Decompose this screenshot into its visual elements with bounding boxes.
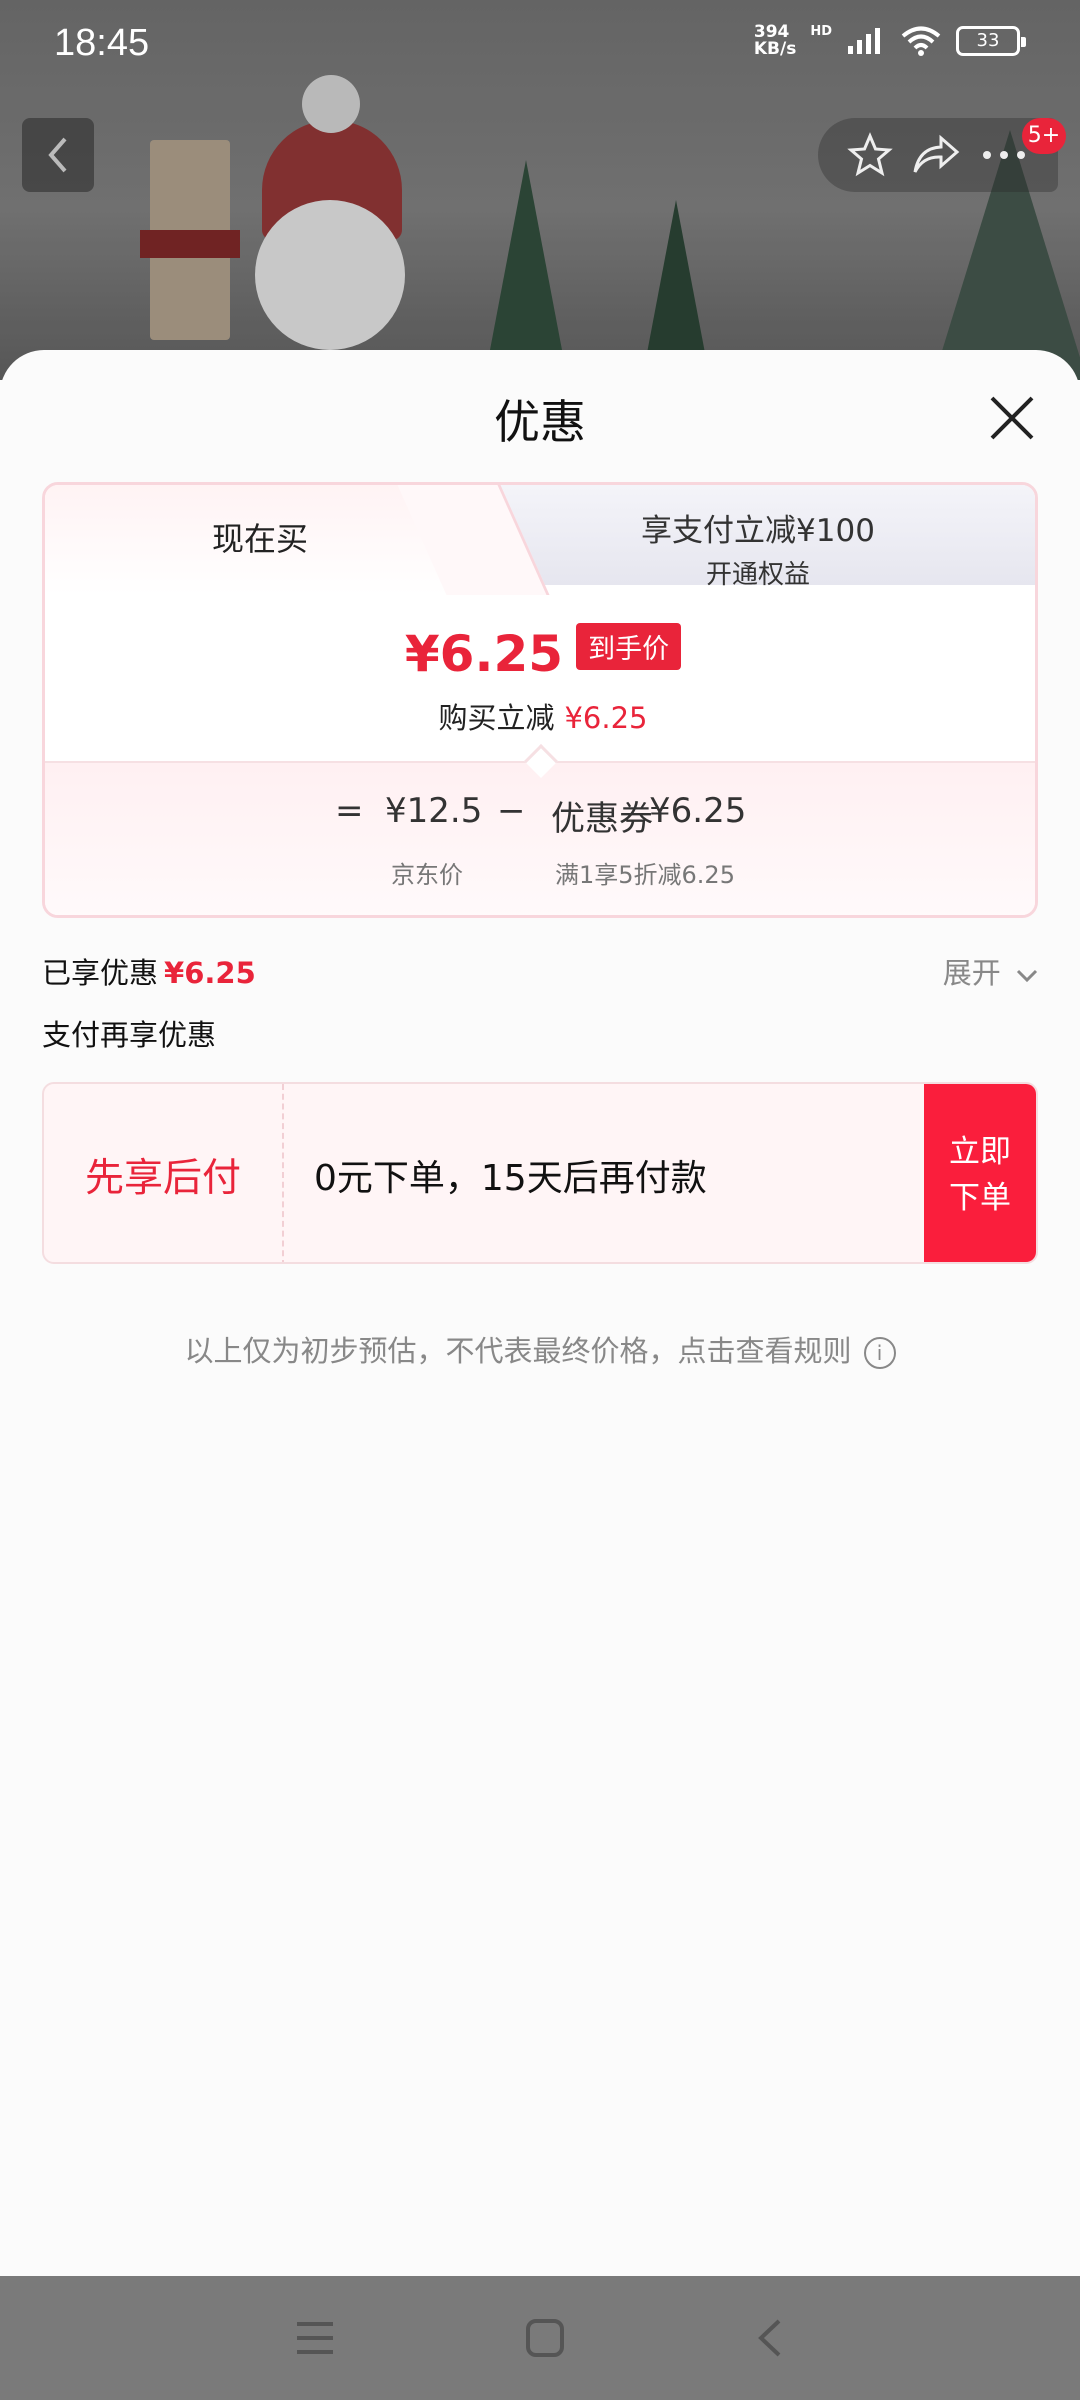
coupon-value: ¥6.25 [649,791,747,831]
jd-price: ¥12.5 [385,791,483,831]
tab-pay-discount[interactable]: 享支付立减¥100 开通权益 [475,485,1035,590]
enjoyed-discount: 已享优惠 ¥6.25 [42,950,256,992]
rules-disclaimer[interactable]: 以上仅为初步预估，不代表最终价格，点击查看规则 i [0,1328,1080,1370]
close-icon[interactable] [984,390,1040,446]
price-breakdown: = ¥12.5 − 优惠券 ¥6.25 京东价 满1享5折减6.25 [45,761,1035,915]
reduction-value: ¥6.25 [564,701,648,735]
back-icon[interactable] [755,2318,785,2358]
tab-pay-discount-label: 享支付立减¥100 [641,513,875,549]
network-speed: 394 KB/s [753,22,797,59]
status-time: 18:45 [54,22,150,64]
expand-button[interactable]: 展开 [943,950,1038,992]
share-icon[interactable] [911,132,961,178]
chevron-left-icon [48,137,67,173]
more-icon[interactable] [979,145,1029,165]
order-now-button[interactable]: 立即 下单 [924,1084,1036,1262]
back-button[interactable] [22,118,94,192]
bnpl-card[interactable]: 先享后付 0元下单，15天后再付款 立即 下单 [42,1082,1038,1264]
tab-buy-now[interactable]: 现在买 [45,485,475,595]
price-card: 现在买 享支付立减¥100 开通权益 ¥6.25 到手价 购买立减 ¥6.25 =… [42,482,1038,918]
menu-icon[interactable] [295,2320,335,2356]
equals-sign: = [335,791,364,831]
info-icon: i [863,1337,896,1369]
reduction-label: 购买立减 [438,701,555,735]
bnpl-description: 0元下单，15天后再付款 [314,1158,707,1199]
coupon-label: 优惠券 [551,799,653,839]
home-icon[interactable] [525,2318,565,2358]
hd-indicator: HD [810,23,832,39]
bnpl-title: 先享后付 [44,1084,284,1262]
minus-sign: − [497,791,526,831]
purchase-reduction: 购买立减 ¥6.25 [45,695,1035,737]
pay-more-label: 支付再享优惠 [42,1018,217,1052]
disclaimer-text: 以上仅为初步预估，不代表最终价格，点击查看规则 [184,1334,852,1368]
star-icon[interactable] [847,132,893,178]
wifi-icon [901,26,941,56]
final-price-row: ¥6.25 到手价 [45,622,1035,683]
notification-badge: 5+ [1022,118,1066,154]
enjoyed-label: 已享优惠 [42,956,159,990]
final-price: ¥6.25 [404,625,564,683]
expand-label: 展开 [942,956,1001,990]
system-nav-bar [0,2276,1080,2400]
discount-sheet: 优惠 现在买 享支付立减¥100 开通权益 ¥6.25 到手价 购买立减 ¥6.2… [0,350,1080,2275]
enjoyed-value: ¥6.25 [164,956,256,990]
signal-icon [848,28,880,54]
battery-indicator: 33 [956,26,1026,56]
coupon-description: 满1享5折减6.25 [555,861,735,889]
jd-price-label: 京东价 [391,861,463,889]
tab-pay-discount-sublabel: 开通权益 [705,560,810,590]
final-price-tag: 到手价 [576,622,682,670]
chevron-down-icon [1016,969,1038,983]
sheet-title: 优惠 [494,395,586,449]
status-bar: 18:45 394 KB/s HD 33 [0,0,1080,90]
